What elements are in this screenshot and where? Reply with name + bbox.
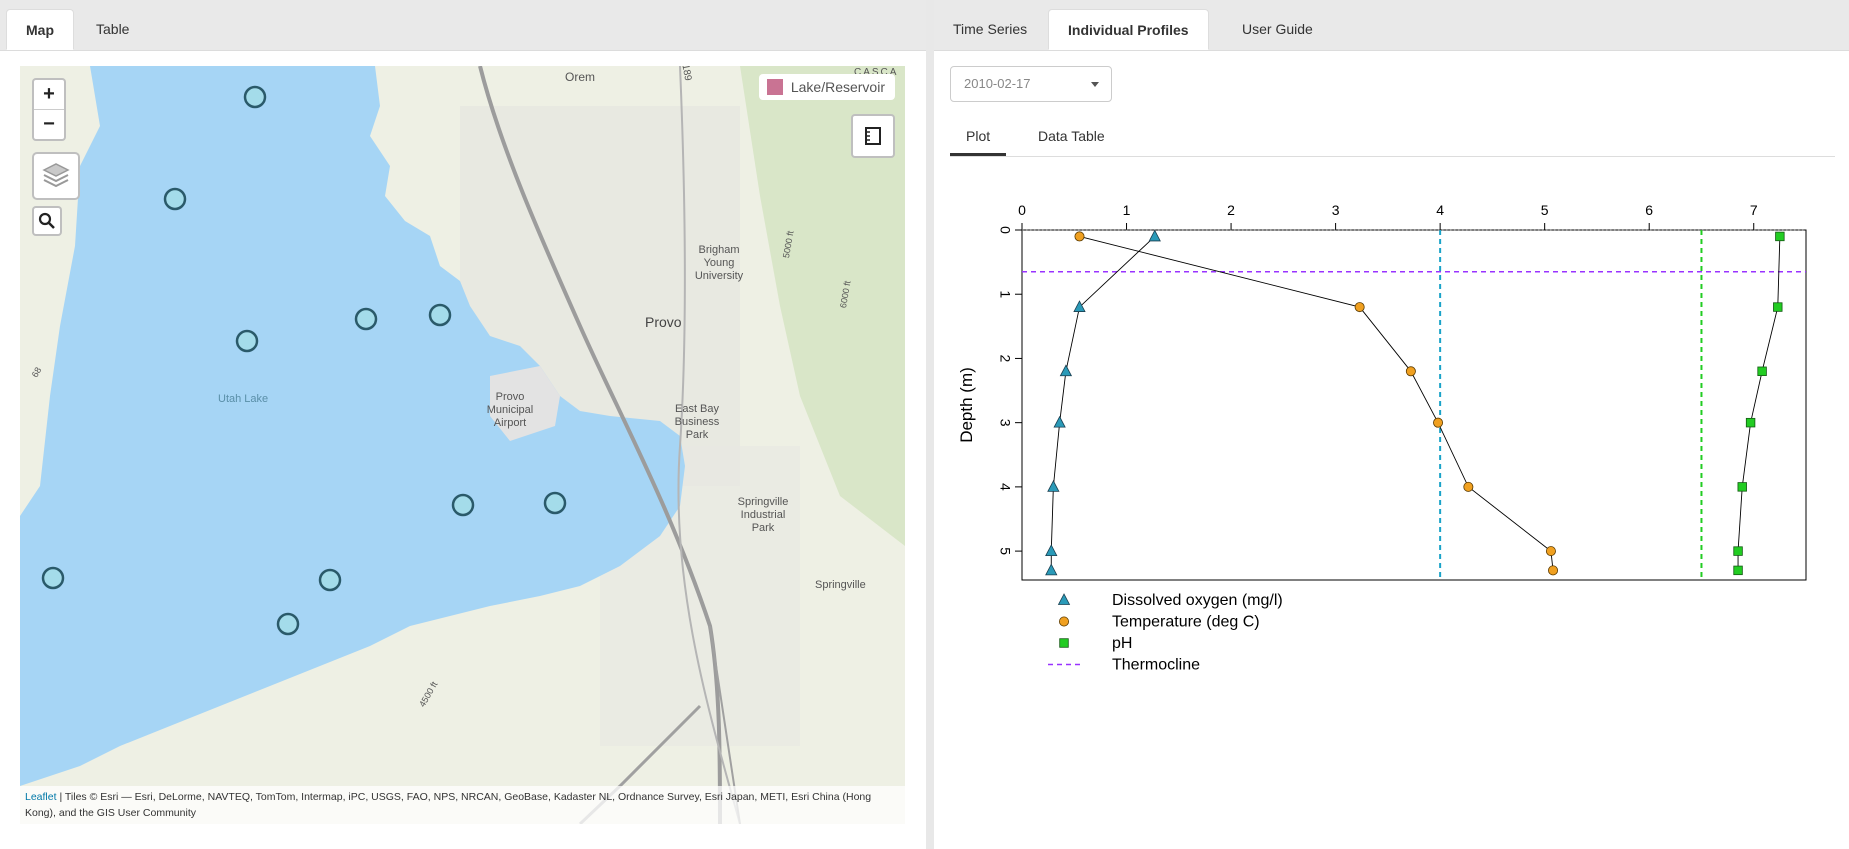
- x-tick-label: 7: [1750, 202, 1758, 218]
- ruler-icon: [865, 127, 881, 145]
- map-panel: Map Table Orem Brigham Young University …: [0, 0, 926, 849]
- site-marker[interactable]: [243, 85, 267, 109]
- site-marker[interactable]: [235, 329, 259, 353]
- data-point: [1433, 417, 1444, 428]
- data-point: [1737, 482, 1747, 492]
- data-point: [1773, 302, 1783, 312]
- profiles-panel: Time Series Individual Profiles User Gui…: [934, 0, 1849, 849]
- chevron-down-icon: [1091, 82, 1099, 87]
- zoom-out-button[interactable]: −: [34, 109, 64, 139]
- site-marker[interactable]: [163, 187, 187, 211]
- data-point: [1074, 231, 1085, 242]
- site-marker[interactable]: [276, 612, 300, 636]
- x-tick-label: 2: [1227, 202, 1235, 218]
- legend-marker: [1059, 616, 1070, 627]
- map-view[interactable]: Orem Brigham Young University Provo Prov…: [20, 66, 905, 824]
- legend-label: Lake/Reservoir: [790, 79, 885, 95]
- site-marker[interactable]: [354, 307, 378, 331]
- site-marker[interactable]: [41, 566, 65, 590]
- data-point: [1733, 565, 1743, 576]
- leaflet-link[interactable]: Leaflet: [25, 791, 57, 803]
- left-tabbar: Map Table: [0, 0, 926, 51]
- tab-individual-profiles[interactable]: Individual Profiles: [1048, 9, 1209, 50]
- data-point: [1463, 481, 1474, 492]
- legend-marker: [1057, 593, 1071, 605]
- site-marker[interactable]: [318, 568, 342, 592]
- label-byu: Brigham Young University: [694, 244, 744, 282]
- basemap: [20, 66, 905, 824]
- date-select-value: 2010-02-17: [964, 76, 1031, 91]
- label-highway-189: 189: [679, 66, 694, 82]
- y-tick-label: 5: [997, 547, 1013, 555]
- data-point: [1757, 366, 1767, 376]
- x-tick-label: 5: [1541, 202, 1549, 218]
- right-tabbar: Time Series Individual Profiles User Gui…: [934, 0, 1849, 51]
- y-tick-label: 3: [997, 419, 1013, 427]
- label-airport: Provo Municipal Airport: [486, 391, 534, 429]
- x-tick-label: 3: [1332, 202, 1340, 218]
- site-marker[interactable]: [543, 491, 567, 515]
- data-point: [1733, 546, 1743, 556]
- map-attribution: Leaflet | Tiles © Esri — Esri, DeLorme, …: [20, 786, 905, 824]
- data-point: [1405, 366, 1416, 377]
- tab-plot[interactable]: Plot: [950, 118, 1007, 156]
- zoom-control: + −: [32, 78, 66, 141]
- data-point: [1745, 417, 1756, 428]
- search-icon: [38, 212, 55, 229]
- map-legend: Lake/Reservoir: [758, 74, 895, 100]
- site-marker[interactable]: [451, 493, 475, 517]
- y-tick-label: 2: [997, 355, 1013, 363]
- attribution-text: | Tiles © Esri — Esri, DeLorme, NAVTEQ, …: [25, 791, 872, 819]
- legend-marker: [1059, 638, 1069, 648]
- data-point: [1775, 231, 1785, 242]
- y-tick-label: 4: [997, 483, 1013, 491]
- y-tick-label: 1: [997, 290, 1013, 298]
- layers-icon: [42, 163, 70, 188]
- site-marker[interactable]: [428, 303, 452, 327]
- label-provo: Provo: [645, 314, 682, 330]
- legend-label: Dissolved oxygen (mg/l): [1112, 592, 1283, 609]
- legend-label: Thermocline: [1112, 657, 1200, 674]
- measure-button[interactable]: [851, 114, 895, 158]
- plot-area: [1021, 229, 1807, 581]
- label-orem: Orem: [565, 70, 595, 84]
- tab-map[interactable]: Map: [6, 9, 74, 50]
- label-springville: Springville: [815, 579, 866, 591]
- plot-subtabs: Plot Data Table: [950, 118, 1835, 157]
- x-tick-label: 4: [1436, 202, 1444, 218]
- x-tick-label: 1: [1123, 202, 1131, 218]
- layers-button[interactable]: [32, 152, 80, 200]
- tab-data-table[interactable]: Data Table: [1022, 118, 1121, 155]
- legend-label: pH: [1112, 635, 1132, 652]
- y-tick-label: 0: [997, 226, 1013, 234]
- date-select[interactable]: 2010-02-17: [950, 66, 1112, 102]
- label-east-bay: East Bay Business Park: [674, 403, 720, 441]
- label-utah-lake: Utah Lake: [218, 393, 269, 405]
- tab-user-guide[interactable]: User Guide: [1223, 9, 1332, 50]
- x-tick-label: 6: [1645, 202, 1653, 218]
- data-point: [1354, 302, 1365, 313]
- profile-chart: 0 1 2 3 4 5 6 7 0 1 2 3 4 5 Depth (m) Dissolved oxygen …: [957, 202, 1807, 674]
- x-tick-label: 0: [1018, 202, 1026, 218]
- y-axis-label: Depth (m): [957, 367, 976, 443]
- label-springville-park: Springville Industrial Park: [737, 496, 789, 534]
- tab-time-series[interactable]: Time Series: [934, 9, 1046, 50]
- data-point: [1548, 565, 1559, 576]
- search-button[interactable]: [32, 206, 62, 236]
- legend-label: Temperature (deg C): [1112, 614, 1260, 631]
- legend-swatch: [766, 79, 783, 95]
- zoom-in-button[interactable]: +: [34, 80, 64, 109]
- tab-table[interactable]: Table: [77, 9, 148, 50]
- data-point: [1545, 546, 1556, 557]
